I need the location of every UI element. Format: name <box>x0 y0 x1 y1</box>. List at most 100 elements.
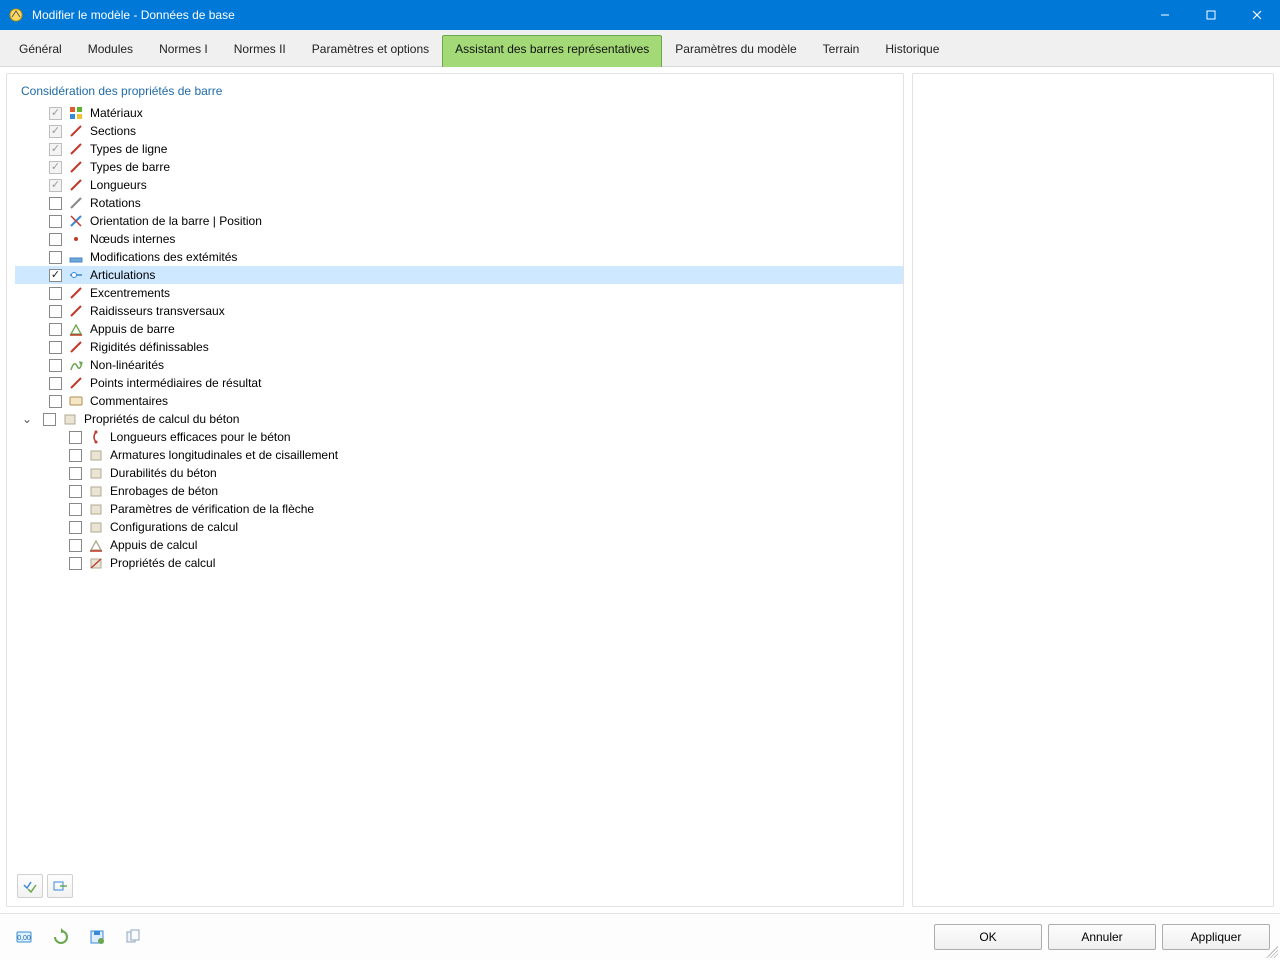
checkbox[interactable] <box>49 287 62 300</box>
checkbox[interactable] <box>49 233 62 246</box>
tree-item-label: Points intermédiaires de résultat <box>90 376 261 390</box>
tree-item[interactable]: Articulations <box>15 266 903 284</box>
tab-8[interactable]: Historique <box>872 35 952 67</box>
durability-icon <box>88 465 104 481</box>
tab-0[interactable]: Général <box>6 35 75 67</box>
checkbox[interactable] <box>49 341 62 354</box>
tree-item[interactable]: Types de ligne <box>15 140 903 158</box>
tree-item[interactable]: Non-linéarités <box>15 356 903 374</box>
tree-item-label: Modifications des extémités <box>90 250 237 264</box>
line-type-icon <box>68 141 84 157</box>
close-button[interactable] <box>1234 0 1280 30</box>
tree-item[interactable]: Excentrements <box>15 284 903 302</box>
tree-item-label: Commentaires <box>90 394 168 408</box>
tab-6[interactable]: Paramètres du modèle <box>662 35 809 67</box>
rotation-icon <box>68 195 84 211</box>
save-settings-button[interactable] <box>82 923 112 951</box>
minimize-button[interactable] <box>1142 0 1188 30</box>
tree-group[interactable]: ⌄Propriétés de calcul du béton <box>15 410 903 428</box>
tree-item-label: Raidisseurs transversaux <box>90 304 225 318</box>
tree-item-label: Paramètres de vérification de la flèche <box>110 502 314 516</box>
calc-config-icon <box>88 519 104 535</box>
checkbox[interactable] <box>49 215 62 228</box>
tree-item[interactable]: Enrobages de béton <box>15 482 903 500</box>
nonlinear-icon <box>68 357 84 373</box>
checkbox[interactable] <box>49 323 62 336</box>
tree-item[interactable]: Orientation de la barre | Position <box>15 212 903 230</box>
tree-item[interactable]: Appuis de barre <box>15 320 903 338</box>
tab-3[interactable]: Normes II <box>221 35 299 67</box>
checkbox[interactable] <box>49 377 62 390</box>
apply-button[interactable]: Appliquer <box>1162 924 1270 950</box>
resize-grip[interactable] <box>1266 946 1278 958</box>
tab-2[interactable]: Normes I <box>146 35 221 67</box>
stiffener-icon <box>68 303 84 319</box>
refresh-button[interactable] <box>46 923 76 951</box>
tree-item[interactable]: Paramètres de vérification de la flèche <box>15 500 903 518</box>
app-icon <box>8 7 24 23</box>
tree-item[interactable]: Durabilités du béton <box>15 464 903 482</box>
checkbox[interactable] <box>49 251 62 264</box>
chevron-down-icon[interactable]: ⌄ <box>21 412 33 426</box>
tree-item[interactable]: Matériaux <box>15 104 903 122</box>
node-icon <box>68 231 84 247</box>
svg-text:0,00: 0,00 <box>17 935 31 942</box>
support-icon <box>68 321 84 337</box>
tree-item[interactable]: Raidisseurs transversaux <box>15 302 903 320</box>
tab-7[interactable]: Terrain <box>810 35 873 67</box>
cancel-button[interactable]: Annuler <box>1048 924 1156 950</box>
checkbox[interactable] <box>69 521 82 534</box>
tree-item[interactable]: Commentaires <box>15 392 903 410</box>
ok-button[interactable]: OK <box>934 924 1042 950</box>
checkbox[interactable] <box>69 485 82 498</box>
checkbox[interactable] <box>69 557 82 570</box>
maximize-button[interactable] <box>1188 0 1234 30</box>
tree-item[interactable]: Armatures longitudinales et de cisaillem… <box>15 446 903 464</box>
checkbox[interactable] <box>69 449 82 462</box>
checkbox[interactable] <box>49 305 62 318</box>
checkbox[interactable] <box>69 539 82 552</box>
concrete-icon <box>62 411 78 427</box>
apply-button-label: Appliquer <box>1191 930 1242 944</box>
checkbox <box>49 125 62 138</box>
units-button[interactable]: 0,00 <box>10 923 40 951</box>
tree-item[interactable]: Nœuds internes <box>15 230 903 248</box>
checkbox[interactable] <box>69 467 82 480</box>
tree-item[interactable]: Points intermédiaires de résultat <box>15 374 903 392</box>
uncheck-all-button[interactable] <box>47 874 73 898</box>
hinge-icon <box>68 267 84 283</box>
sections-icon <box>68 123 84 139</box>
materials-icon <box>68 105 84 121</box>
check-all-button[interactable] <box>17 874 43 898</box>
tree-item[interactable]: Rigidités définissables <box>15 338 903 356</box>
tree-item[interactable]: Rotations <box>15 194 903 212</box>
checkbox[interactable] <box>69 431 82 444</box>
preview-panel <box>912 73 1274 907</box>
tree-item-label: Articulations <box>90 268 155 282</box>
eff-length-icon <box>88 429 104 445</box>
orientation-icon <box>68 213 84 229</box>
tree-item[interactable]: Propriétés de calcul <box>15 554 903 572</box>
checkbox[interactable] <box>69 503 82 516</box>
tab-5[interactable]: Assistant des barres représentatives <box>442 35 662 67</box>
tab-4[interactable]: Paramètres et options <box>299 35 442 67</box>
checkbox[interactable] <box>49 197 62 210</box>
tree-item[interactable]: Sections <box>15 122 903 140</box>
deflection-icon <box>88 501 104 517</box>
tree-item[interactable]: Types de barre <box>15 158 903 176</box>
tab-1[interactable]: Modules <box>75 35 146 67</box>
copy-settings-button[interactable] <box>118 923 148 951</box>
checkbox[interactable] <box>49 395 62 408</box>
tree-item-label: Matériaux <box>90 106 143 120</box>
tree-item[interactable]: Configurations de calcul <box>15 518 903 536</box>
checkbox[interactable] <box>43 413 56 426</box>
checkbox[interactable] <box>49 359 62 372</box>
checkbox[interactable] <box>49 269 62 282</box>
tree-item-label: Rigidités définissables <box>90 340 209 354</box>
tree-item-label: Propriétés de calcul <box>110 556 215 570</box>
cover-icon <box>88 483 104 499</box>
tree-item[interactable]: Longueurs efficaces pour le béton <box>15 428 903 446</box>
tree-item[interactable]: Modifications des extémités <box>15 248 903 266</box>
tree-item[interactable]: Appuis de calcul <box>15 536 903 554</box>
tree-item[interactable]: Longueurs <box>15 176 903 194</box>
